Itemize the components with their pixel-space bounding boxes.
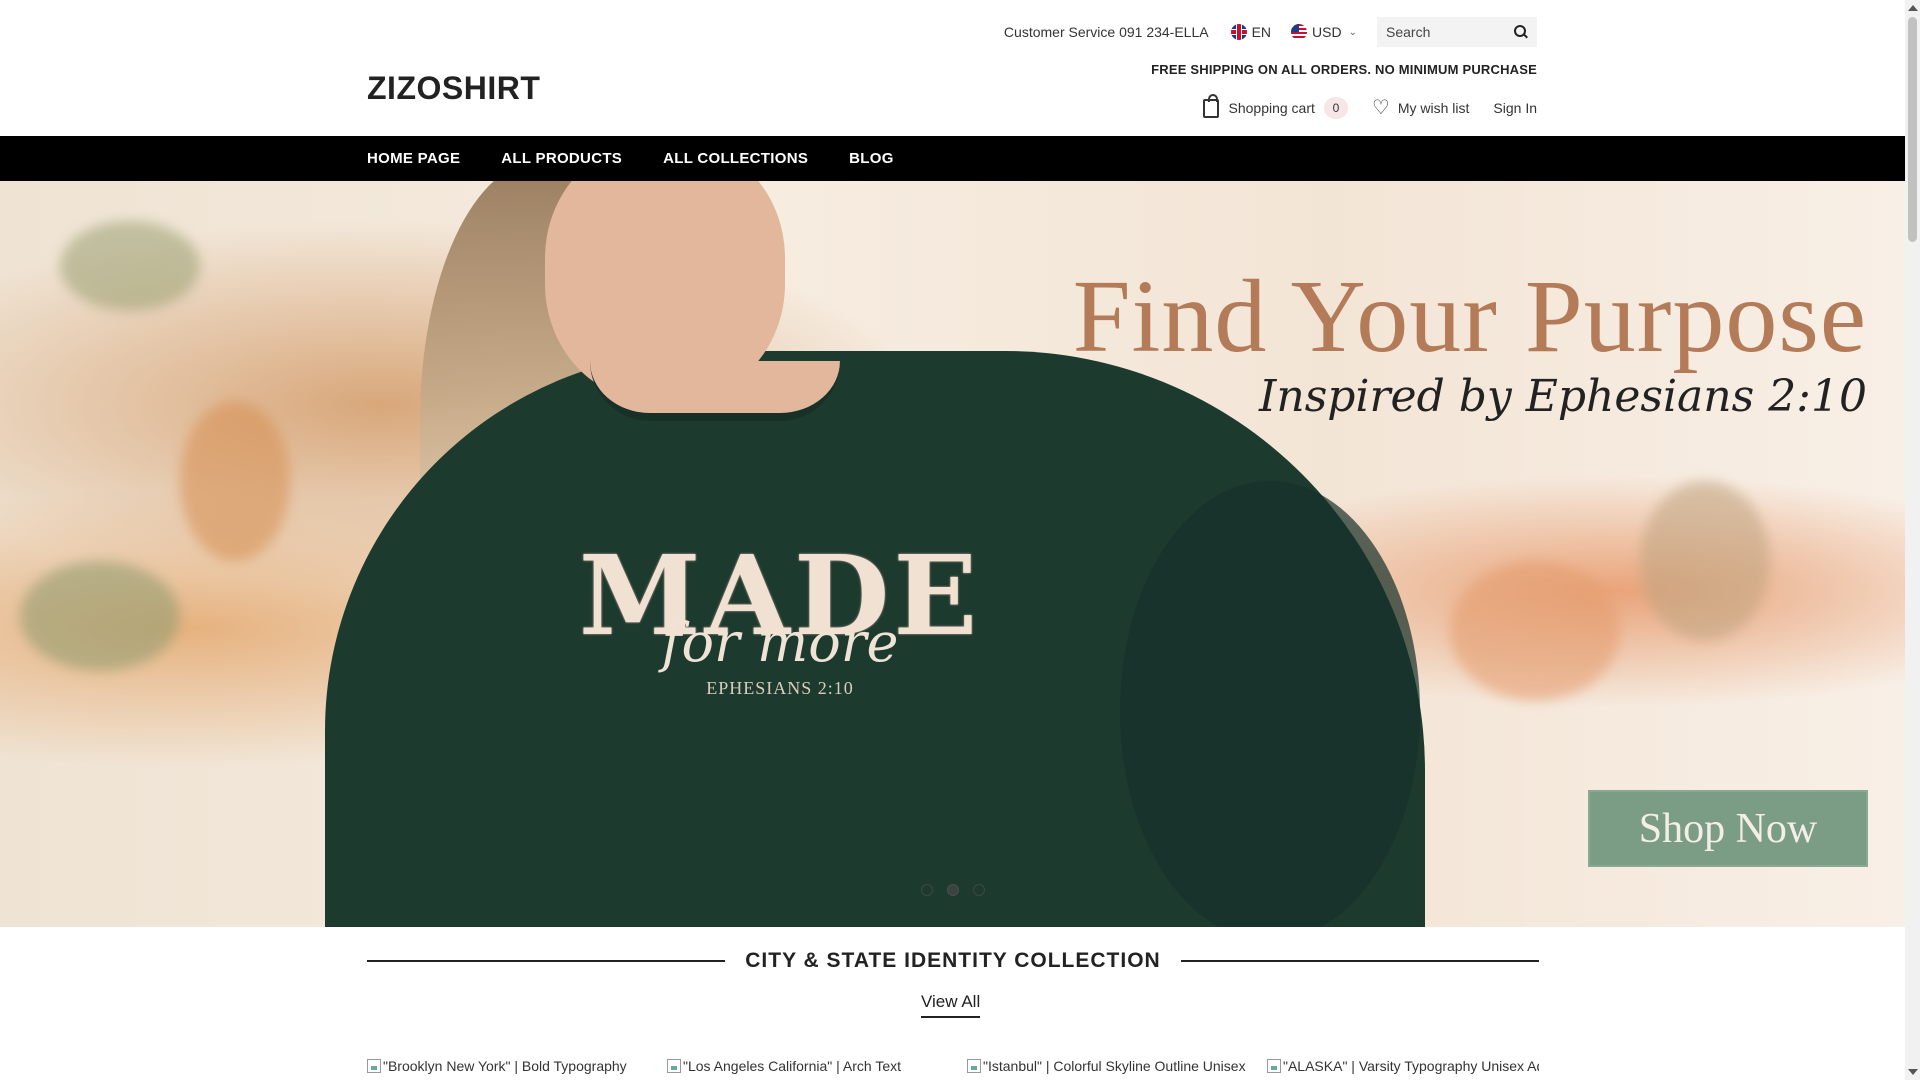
product-card[interactable]: "Istanbul" | Colorful Skyline Outline Un…: [967, 1058, 1267, 1074]
product-image-alt: "Los Angeles California" | Arch Text: [683, 1058, 901, 1074]
divider-line: [367, 960, 726, 962]
main-nav: HOME PAGE ALL PRODUCTS ALL COLLECTIONS B…: [0, 136, 1905, 181]
sweatshirt-collar: [590, 361, 840, 421]
hero-subtitle: Inspired by Ephesians 2:10: [1258, 371, 1867, 422]
scrollbar-thumb[interactable]: [1908, 17, 1917, 242]
sweatshirt-print: MADE for more EPHESIANS 2:10: [575, 541, 985, 699]
broken-image-icon: [967, 1059, 981, 1073]
wishlist-label: My wish list: [1397, 100, 1470, 116]
leaf-decoration: [20, 561, 180, 671]
language-selector[interactable]: EN: [1230, 24, 1272, 40]
broken-image-icon: [667, 1059, 681, 1073]
print-reference-text: EPHESIANS 2:10: [706, 678, 854, 698]
scroll-up-arrow-icon[interactable]: [1908, 5, 1918, 11]
sweatshirt-shadow: [1120, 481, 1420, 927]
product-card[interactable]: "ALASKA" | Varsity Typography Unisex Adu…: [1267, 1058, 1539, 1074]
broken-image-icon: [367, 1059, 381, 1073]
product-image-alt: "Brooklyn New York" | Bold Typography: [383, 1058, 627, 1074]
collection-title: CITY & STATE IDENTITY COLLECTION: [745, 949, 1161, 972]
nav-all-products[interactable]: ALL PRODUCTS: [501, 150, 622, 167]
promo-banner: FREE SHIPPING ON ALL ORDERS. NO MINIMUM …: [1151, 62, 1537, 77]
product-grid: "Brooklyn New York" | Bold Typography "L…: [367, 1058, 1539, 1074]
nav-blog[interactable]: BLOG: [849, 150, 894, 167]
divider-line: [1180, 960, 1539, 962]
us-flag-icon: [1291, 24, 1308, 40]
product-image-alt: "ALASKA" | Varsity Typography Unisex Adu…: [1283, 1058, 1539, 1074]
utility-bar: Customer Service 091 234-ELLA EN USD ⌄ S…: [1004, 17, 1537, 47]
search-input[interactable]: Search: [1377, 17, 1537, 47]
uk-flag-icon: [1230, 24, 1247, 40]
collection-heading: CITY & STATE IDENTITY COLLECTION: [367, 946, 1539, 976]
hero-banner[interactable]: MADE for more EPHESIANS 2:10 Find Your P…: [0, 181, 1905, 927]
sign-in-link[interactable]: Sign In: [1493, 100, 1537, 116]
chevron-down-icon: ⌄: [1348, 26, 1357, 38]
search-placeholder: Search: [1386, 24, 1431, 40]
leaf-decoration: [1640, 481, 1770, 641]
shopping-bag-icon: [1202, 93, 1219, 118]
search-icon[interactable]: [1514, 25, 1528, 39]
leaf-decoration: [60, 221, 200, 311]
shopping-cart-link[interactable]: Shopping cart 0: [1202, 93, 1348, 119]
product-card[interactable]: "Brooklyn New York" | Bold Typography: [367, 1058, 667, 1074]
site-logo[interactable]: ZIZOSHIRT: [367, 70, 540, 107]
page-scrollbar[interactable]: [1905, 0, 1920, 1080]
slide-dot-2[interactable]: [947, 884, 959, 896]
leaf-decoration: [180, 401, 290, 561]
currency-label: USD: [1312, 24, 1342, 40]
scroll-down-arrow-icon[interactable]: [1908, 1069, 1918, 1075]
slide-dot-3[interactable]: [973, 884, 985, 896]
slider-dots: [921, 884, 985, 896]
customer-service-text: Customer Service 091 234-ELLA: [1003, 24, 1209, 40]
view-all-link[interactable]: View All: [921, 992, 981, 1018]
currency-selector[interactable]: USD ⌄: [1291, 24, 1357, 40]
broken-image-icon: [1267, 1059, 1281, 1073]
language-label: EN: [1251, 24, 1272, 40]
nav-all-collections[interactable]: ALL COLLECTIONS: [663, 150, 808, 167]
cart-label: Shopping cart: [1228, 100, 1315, 116]
user-actions: Shopping cart 0 ♡ My wish list Sign In: [1179, 93, 1537, 119]
product-card[interactable]: "Los Angeles California" | Arch Text: [667, 1058, 967, 1074]
page: Customer Service 091 234-ELLA EN USD ⌄ S…: [0, 0, 1905, 1080]
site-header: Customer Service 091 234-ELLA EN USD ⌄ S…: [0, 0, 1905, 136]
heart-icon: ♡: [1371, 97, 1390, 119]
slide-dot-1[interactable]: [921, 884, 933, 896]
shop-now-button[interactable]: Shop Now: [1588, 790, 1868, 867]
product-image-alt: "Istanbul" | Colorful Skyline Outline Un…: [983, 1058, 1246, 1074]
wishlist-link[interactable]: ♡ My wish list: [1372, 98, 1470, 118]
cart-count-badge: 0: [1323, 97, 1348, 119]
leaf-decoration: [1450, 561, 1620, 701]
hero-title: Find Your Purpose: [1072, 259, 1867, 374]
nav-home-page[interactable]: HOME PAGE: [367, 150, 460, 167]
